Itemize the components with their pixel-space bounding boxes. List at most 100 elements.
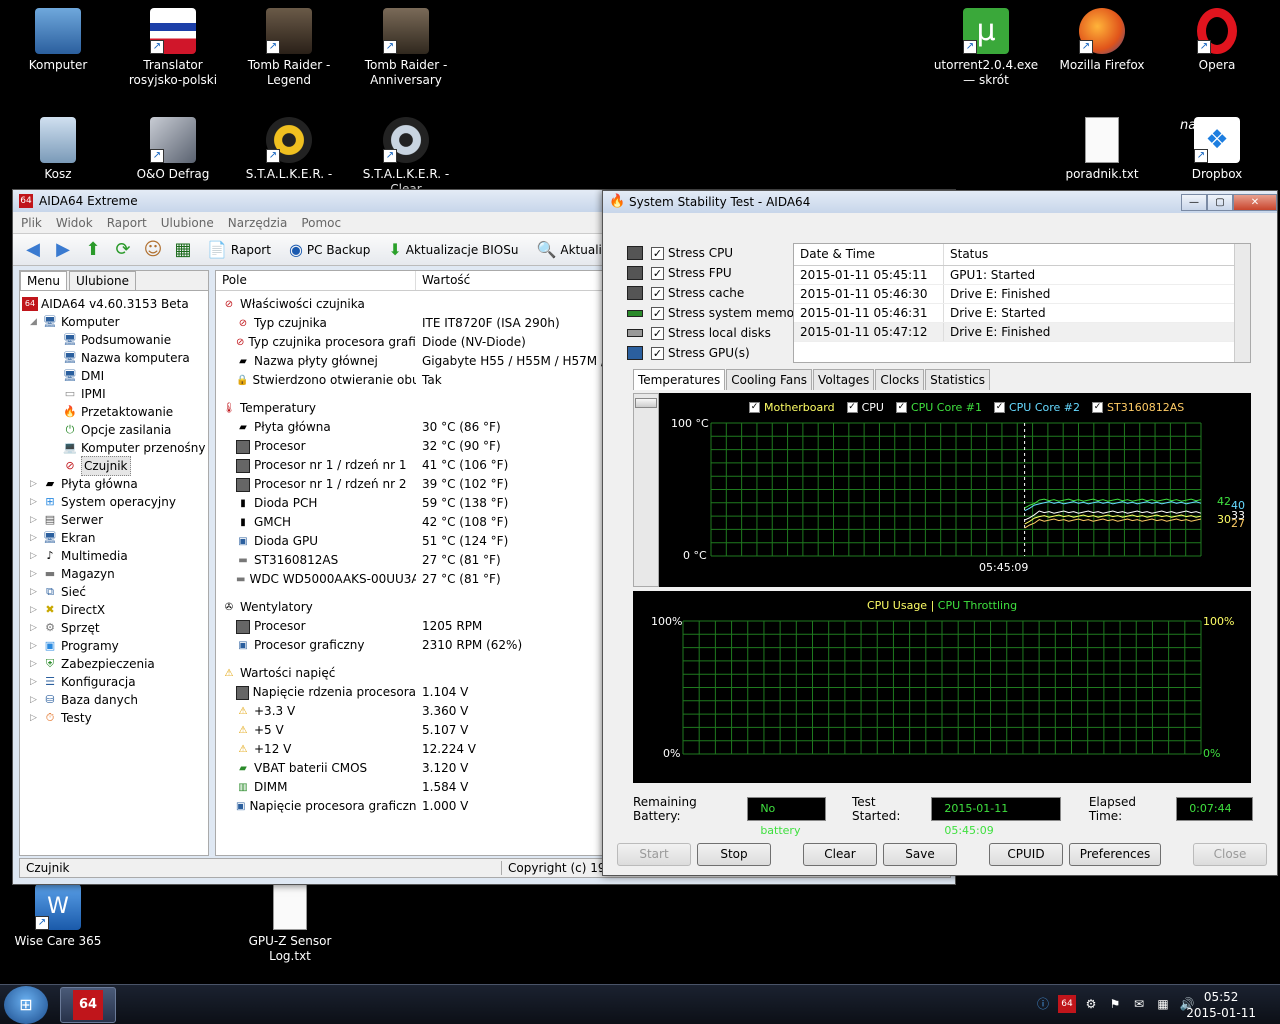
pc-backup-button[interactable]: ◉ PC Backup	[283, 237, 376, 263]
desktop-icon-oo-defrag[interactable]: ↗ O&O Defrag	[118, 117, 228, 182]
desktop-icon-firefox[interactable]: ↗ Mozilla Firefox	[1047, 8, 1157, 73]
desktop-icon-utorrent[interactable]: µ ↗ utorrent2.0.4.exe — skrót	[931, 8, 1041, 88]
collapse-icon[interactable]: ◢	[30, 313, 40, 331]
stability-title-bar[interactable]: 🔥 System Stability Test - AIDA64 — ▢ ✕	[603, 191, 1277, 213]
tree-item-display[interactable]: ▷ 🖥 Ekran	[22, 529, 206, 547]
tree-item-devices[interactable]: ▷ ⚙ Sprzęt	[22, 619, 206, 637]
expand-icon[interactable]: ▷	[30, 655, 40, 673]
desktop-icon-gpuz-log[interactable]: GPU-Z Sensor Log.txt	[235, 884, 345, 964]
tree-item-multimedia[interactable]: ▷ ♪ Multimedia	[22, 547, 206, 565]
stress-cache-option[interactable]: ✓ Stress cache	[627, 283, 806, 303]
start-button[interactable]: Start	[617, 843, 691, 866]
tree-item-benchmark[interactable]: ▷ ⏱ Testy	[22, 709, 206, 727]
tab-clocks[interactable]: Clocks	[875, 369, 925, 390]
expand-icon[interactable]: ▷	[30, 673, 40, 691]
desktop-icon-tomb-raider-legend[interactable]: ↗ Tomb Raider - Legend	[234, 8, 344, 88]
log-row[interactable]: 2015-01-11 05:46:30 Drive E: Finished	[794, 285, 1250, 304]
desktop-icon-computer[interactable]: Komputer	[3, 8, 113, 73]
tree-item-directx[interactable]: ▷ ✖ DirectX	[22, 601, 206, 619]
expand-icon[interactable]: ▷	[30, 601, 40, 619]
stress-gpu-option[interactable]: ✓ Stress GPU(s)	[627, 343, 806, 363]
network-icon[interactable]: ▦	[1154, 995, 1172, 1013]
stress-fpu-checkbox[interactable]: ✓	[651, 266, 664, 280]
log-row[interactable]: 2015-01-11 05:45:11 GPU1: Started	[794, 266, 1250, 285]
menu-file[interactable]: Plik	[21, 216, 42, 230]
tree-item-os[interactable]: ▷ ⊞ System operacyjny	[22, 493, 206, 511]
back-icon[interactable]: ◀	[21, 238, 45, 262]
up-icon[interactable]: ⬆	[81, 238, 105, 262]
slider-thumb[interactable]	[635, 398, 657, 408]
expand-icon[interactable]: ▷	[30, 475, 40, 493]
stress-memory-checkbox[interactable]: ✓	[651, 306, 664, 320]
clock[interactable]: 05:52 2015-01-11	[1186, 989, 1256, 1021]
desktop-icon-recycle-bin[interactable]: Kosz	[3, 117, 113, 182]
menu-view[interactable]: Widok	[56, 216, 93, 230]
desktop-icon-stalker-clear-sky[interactable]: ↗ S.T.A.L.K.E.R. - Clear	[351, 117, 461, 197]
expand-icon[interactable]: ▷	[30, 565, 40, 583]
tree-item-computer[interactable]: ◢ 🖥 Komputer	[22, 313, 206, 331]
expand-icon[interactable]: ▷	[30, 691, 40, 709]
tab-cooling-fans[interactable]: Cooling Fans	[726, 369, 813, 390]
menu-help[interactable]: Pomoc	[301, 216, 341, 230]
stress-fpu-option[interactable]: ✓ Stress FPU	[627, 263, 806, 283]
tree-item-security[interactable]: ▷ ⛨ Zabezpieczenia	[22, 655, 206, 673]
chart-icon[interactable]: ▦	[171, 238, 195, 262]
tree-item-software[interactable]: ▷ ▣ Programy	[22, 637, 206, 655]
tree-item-computer-name[interactable]: 🖥 Nazwa komputera	[22, 349, 206, 367]
tree-item-overclock[interactable]: 🔥 Przetaktowanie	[22, 403, 206, 421]
desktop-icon-poradnik[interactable]: poradnik.txt	[1047, 117, 1157, 182]
close-button[interactable]: Close	[1193, 843, 1267, 866]
log-row[interactable]: 2015-01-11 05:47:12 Drive E: Finished	[794, 323, 1250, 342]
stress-disks-checkbox[interactable]: ✓	[651, 326, 664, 340]
expand-icon[interactable]: ▷	[30, 493, 40, 511]
tab-favorites[interactable]: Ulubione	[68, 271, 136, 290]
expand-icon[interactable]: ▷	[30, 637, 40, 655]
desktop-icon-stalker[interactable]: ↗ S.T.A.L.K.E.R. -	[234, 117, 344, 182]
tab-menu[interactable]: Menu	[20, 271, 67, 290]
tab-voltages[interactable]: Voltages	[813, 369, 875, 390]
tree-item-dmi[interactable]: 🖥 DMI	[22, 367, 206, 385]
tree-item-network[interactable]: ▷ ⧉ Sieć	[22, 583, 206, 601]
stress-cpu-option[interactable]: ✓ Stress CPU	[627, 243, 806, 263]
tree-item-sensor[interactable]: ⊘ Czujnik	[22, 456, 206, 476]
desktop-icon-tomb-raider-anniversary[interactable]: ↗ Tomb Raider - Anniversary	[351, 8, 461, 88]
desktop-icon-dropbox[interactable]: ❖ ↗ Dropbox	[1162, 117, 1272, 182]
stress-memory-option[interactable]: ✓ Stress system memory	[627, 303, 806, 323]
tree-item-server[interactable]: ▷ ▤ Serwer	[22, 511, 206, 529]
tree-item-database[interactable]: ▷ ⛁ Baza danych	[22, 691, 206, 709]
log-header-date[interactable]: Date & Time	[794, 244, 944, 265]
stress-cpu-checkbox[interactable]: ✓	[651, 246, 664, 260]
stress-cache-checkbox[interactable]: ✓	[651, 286, 664, 300]
expand-icon[interactable]: ▷	[30, 583, 40, 601]
log-scrollbar[interactable]	[1234, 244, 1250, 362]
users-icon[interactable]: ☺	[141, 238, 165, 262]
tree-item-motherboard[interactable]: ▷ ▰ Płyta główna	[22, 475, 206, 493]
tab-temperatures[interactable]: Temperatures	[633, 369, 726, 390]
close-icon[interactable]: ✕	[1233, 193, 1277, 211]
stop-button[interactable]: Stop	[697, 843, 771, 866]
stress-gpu-checkbox[interactable]: ✓	[651, 346, 664, 360]
settings-icon[interactable]: ⚙	[1082, 995, 1100, 1013]
desktop-icon-opera[interactable]: ↗ Opera	[1162, 8, 1272, 73]
expand-icon[interactable]: ▷	[30, 529, 40, 547]
menu-report[interactable]: Raport	[107, 216, 147, 230]
expand-icon[interactable]: ▷	[30, 547, 40, 565]
log-row[interactable]: 2015-01-11 05:46:31 Drive E: Started	[794, 304, 1250, 323]
tab-statistics[interactable]: Statistics	[925, 369, 991, 390]
desktop-icon-translator[interactable]: ↗ Translator rosyjsko-polski	[118, 8, 228, 88]
maximize-button[interactable]: ▢	[1207, 193, 1233, 211]
refresh-icon[interactable]: ⟳	[111, 238, 135, 262]
forward-icon[interactable]: ▶	[51, 238, 75, 262]
clear-button[interactable]: Clear	[803, 843, 877, 866]
graph-scroll-slider[interactable]	[633, 393, 659, 587]
expand-icon[interactable]: ▷	[30, 709, 40, 727]
tree-item-summary[interactable]: 🖥 Podsumowanie	[22, 331, 206, 349]
save-button[interactable]: Save	[883, 843, 957, 866]
info-icon[interactable]: ⓘ	[1034, 995, 1052, 1013]
cpuid-button[interactable]: CPUID	[989, 843, 1063, 866]
desktop-icon-wise-care[interactable]: W ↗ Wise Care 365	[3, 884, 113, 949]
minimize-button[interactable]: —	[1181, 193, 1207, 211]
expand-icon[interactable]: ▷	[30, 511, 40, 529]
taskbar-app-aida64[interactable]: 64	[60, 987, 116, 1023]
bios-update-button[interactable]: ⬇ Aktualizacje BIOSu	[382, 237, 524, 263]
